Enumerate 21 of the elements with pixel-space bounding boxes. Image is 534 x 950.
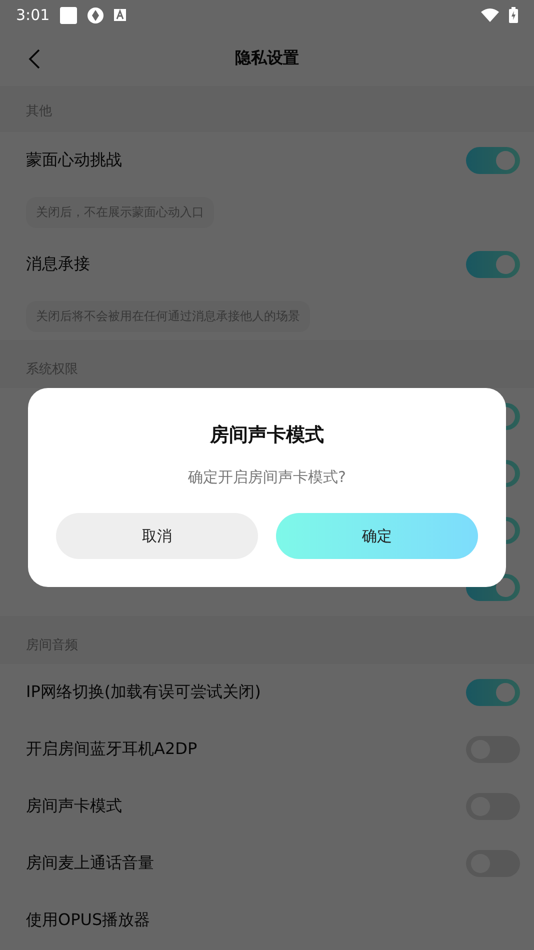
setting-label: 房间麦上通话音量 [26,853,154,874]
setting-label: 使用OPUS播放器 [26,910,150,931]
toggle-switch[interactable] [466,251,520,278]
keyboard-a-icon [114,9,126,21]
confirm-button[interactable]: 确定 [276,513,478,559]
battery-charging-icon [509,7,518,23]
back-icon[interactable] [28,49,40,69]
setting-label: 房间声卡模式 [26,796,122,817]
toggle-switch[interactable] [466,679,520,706]
notification-square-icon [60,6,77,24]
toggle-switch[interactable] [466,147,520,174]
wifi-icon [481,8,499,22]
cancel-button[interactable]: 取消 [56,513,258,559]
setting-label: IP网络切换(加载有误可尝试关闭) [26,682,261,703]
setting-label: 蒙面心动挑战 [26,150,122,171]
setting-label: 消息承接 [26,254,90,275]
page-title: 隐私设置 [235,48,299,68]
dialog-title: 房间声卡模式 [210,423,324,448]
status-time: 3:01 [16,6,50,24]
setting-label: 开启房间蓝牙耳机A2DP [26,739,198,760]
dialog-message: 确定开启房间声卡模式? [188,468,346,487]
